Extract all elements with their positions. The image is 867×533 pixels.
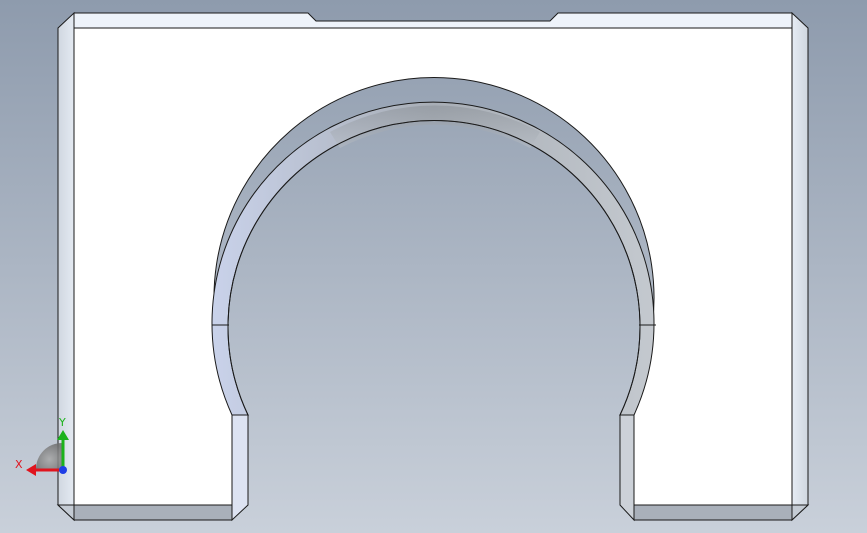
slot-right-face	[619, 414, 635, 522]
triad-z-axis-icon	[59, 466, 67, 474]
slot-left-face	[231, 414, 249, 522]
cad-viewport[interactable]: Y X	[0, 0, 867, 533]
right-side-face	[791, 11, 809, 522]
triad-y-label: Y	[58, 416, 66, 429]
triad-x-label: X	[15, 458, 23, 471]
bottom-right-face	[633, 504, 793, 521]
bottom-left-face	[73, 504, 233, 521]
